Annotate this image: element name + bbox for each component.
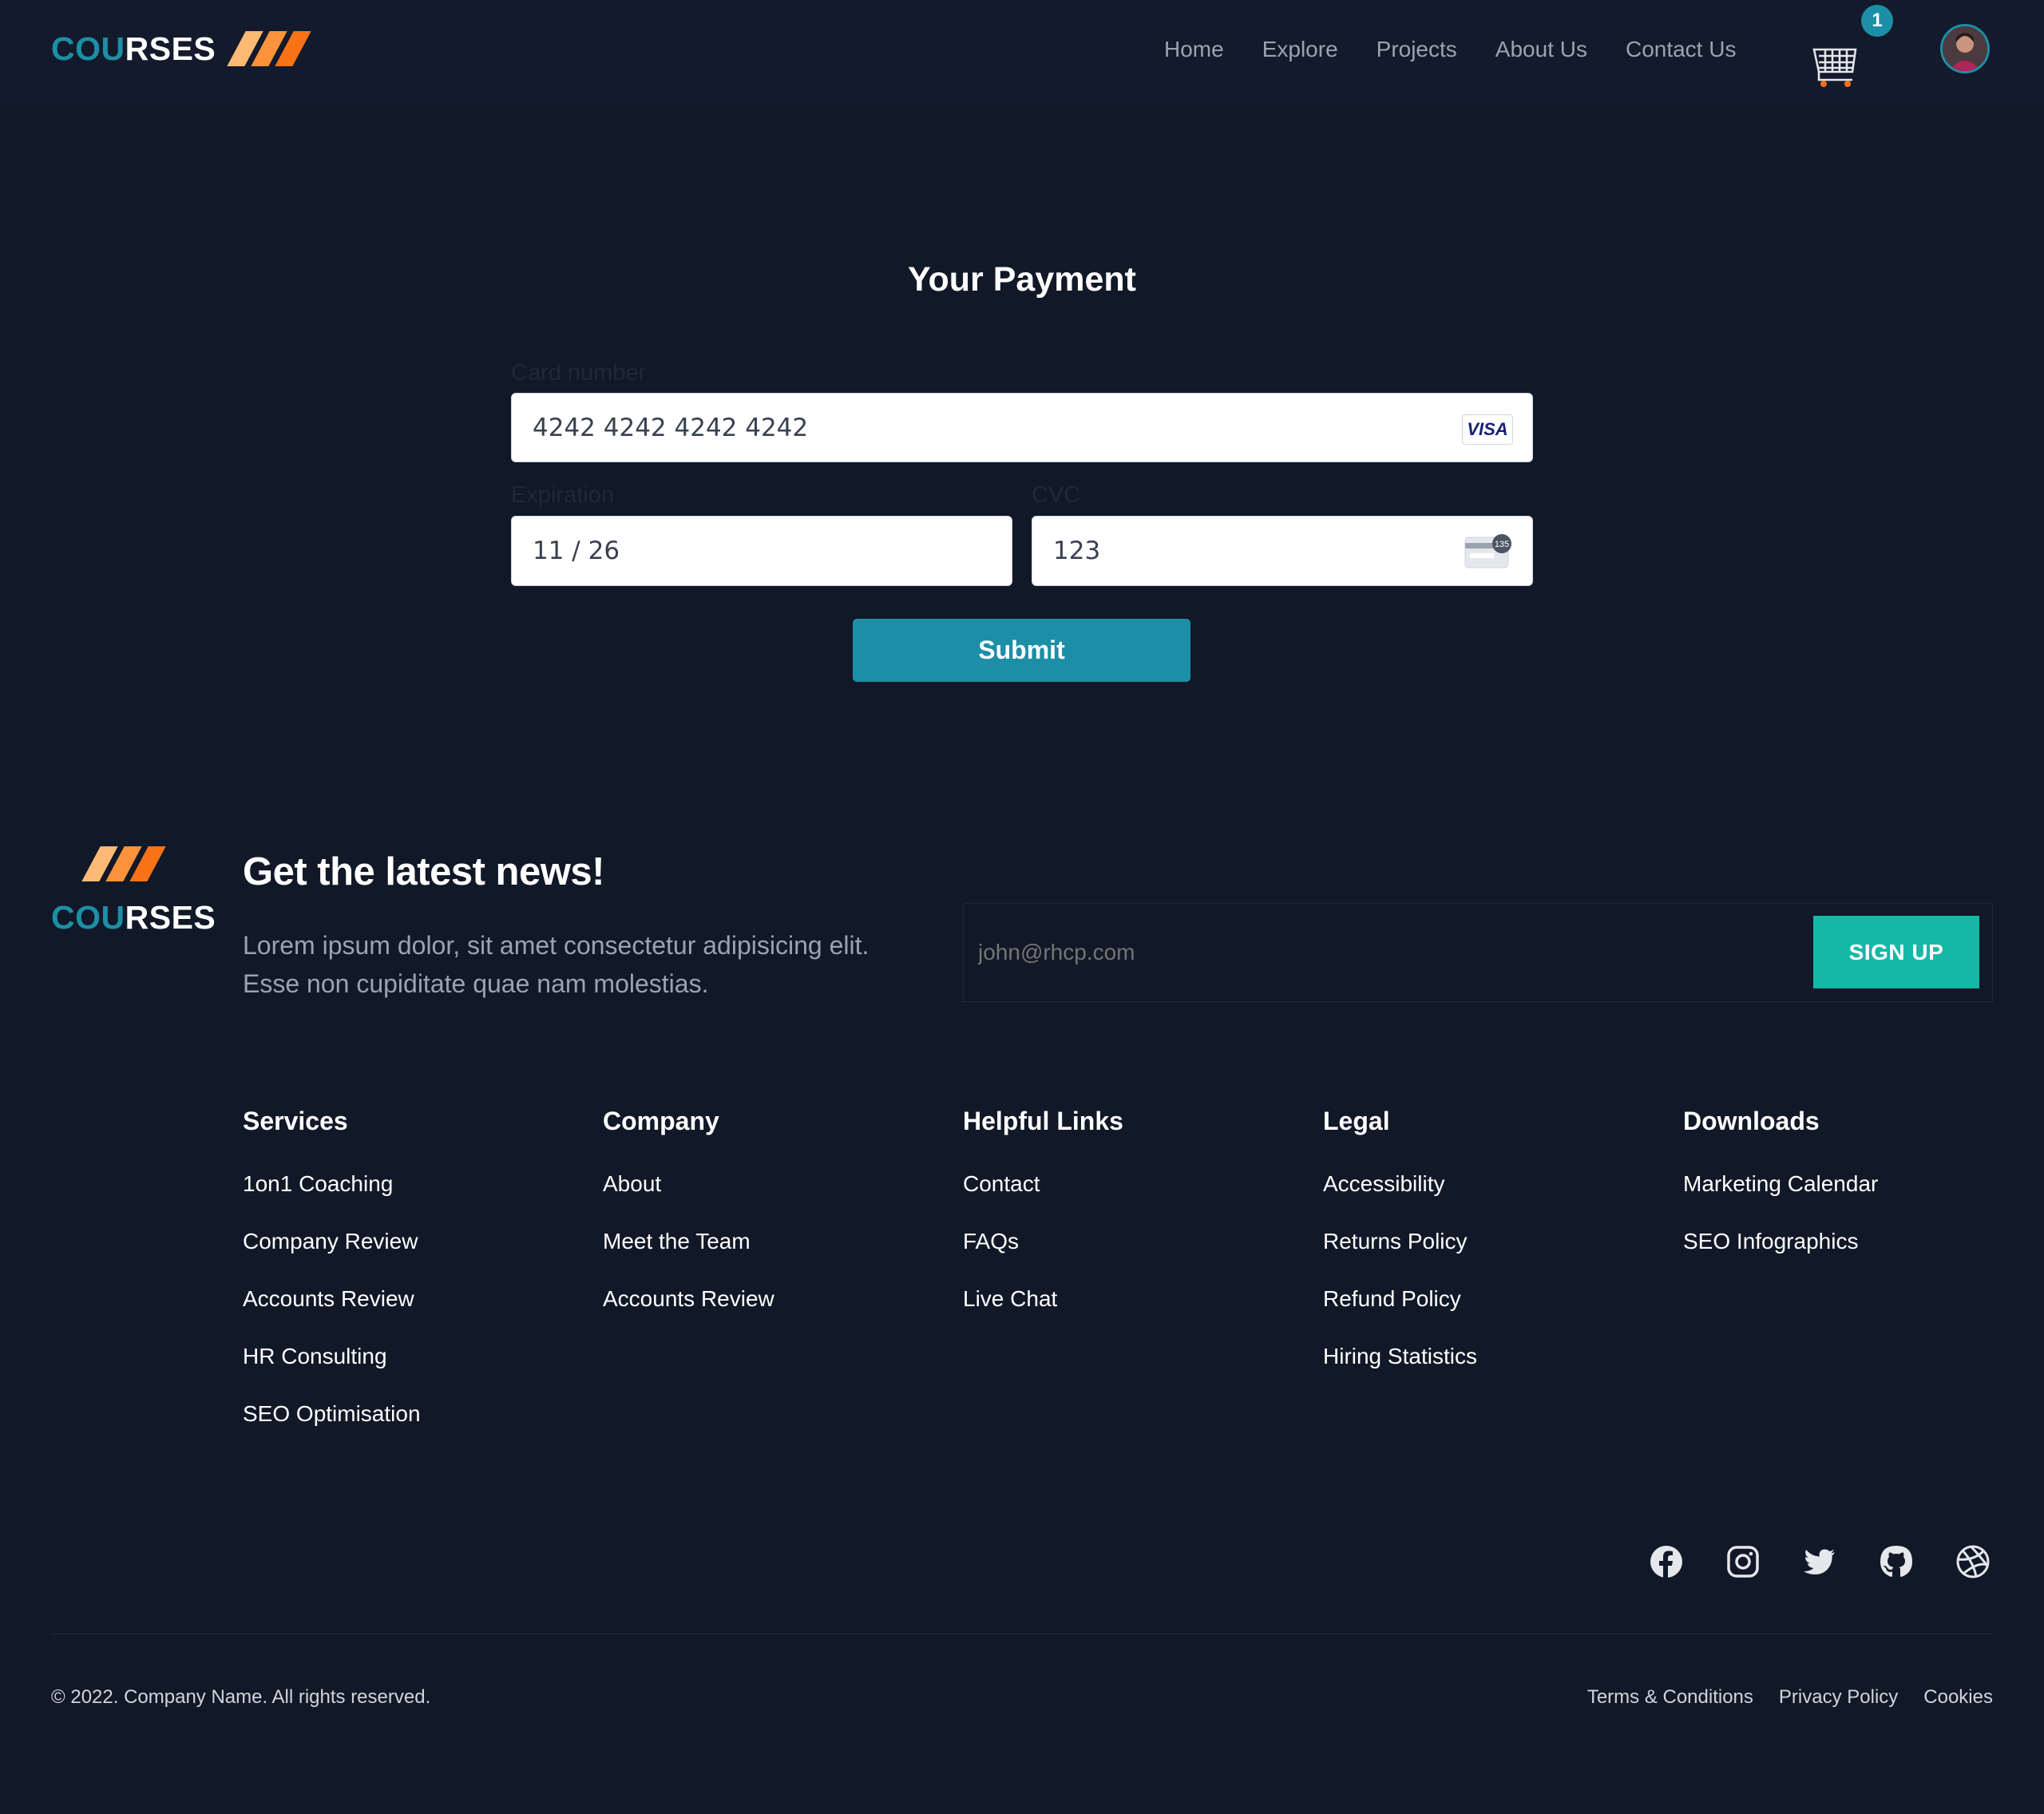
user-avatar[interactable] (1940, 24, 1990, 73)
footer-link[interactable]: Refund Policy (1323, 1286, 1477, 1344)
privacy-policy-link[interactable]: Privacy Policy (1779, 1686, 1898, 1709)
nav-projects[interactable]: Projects (1377, 37, 1457, 62)
cart-icon[interactable] (1811, 40, 1859, 89)
footer-link[interactable]: Hiring Statistics (1323, 1344, 1477, 1401)
expiration-input[interactable]: 11 / 26 (511, 516, 1012, 586)
column-title: Downloads (1683, 1107, 1820, 1135)
footer-column-downloads: Downloads Marketing Calendar SEO Infogra… (1683, 1107, 1878, 1286)
footer-link[interactable]: Meet the Team (603, 1229, 774, 1286)
footer-column-services: Services 1on1 Coaching Company Review Ac… (243, 1107, 421, 1459)
cvc-label: CVC (1032, 482, 1081, 508)
expiration-value: 11 / 26 (533, 537, 620, 565)
footer-link[interactable]: Live Chat (963, 1286, 1123, 1344)
terms-link[interactable]: Terms & Conditions (1587, 1686, 1753, 1709)
avatar-image (1943, 26, 1987, 71)
column-title: Helpful Links (963, 1107, 1123, 1135)
footer-link[interactable]: 1on1 Coaching (243, 1171, 421, 1229)
instagram-icon[interactable] (1725, 1544, 1761, 1579)
newsletter-form: SIGN UP (963, 903, 1993, 1002)
card-number-label: Card number (511, 360, 647, 386)
sign-up-button[interactable]: SIGN UP (1813, 916, 1979, 988)
footer-link[interactable]: HR Consulting (243, 1344, 421, 1401)
facebook-icon[interactable] (1649, 1544, 1684, 1579)
footer-logo-text: COURSES (51, 899, 216, 936)
newsletter-text: Lorem ipsum dolor, sit amet consectetur … (243, 931, 869, 998)
copyright-text: © 2022. Company Name. All rights reserve… (51, 1686, 431, 1708)
site-header: COURSES Home Explore Projects About Us C… (0, 0, 2044, 104)
card-number-input[interactable]: 4242 4242 4242 4242 VISA (511, 393, 1533, 462)
footer-link[interactable]: Accounts Review (243, 1286, 421, 1344)
footer-link[interactable]: Accounts Review (603, 1286, 774, 1344)
github-icon[interactable] (1879, 1544, 1914, 1579)
expiration-label: Expiration (511, 482, 614, 508)
dribbble-icon[interactable] (1955, 1544, 1991, 1579)
footer-link[interactable]: SEO Optimisation (243, 1401, 421, 1459)
footer-link[interactable]: Contact (963, 1171, 1123, 1229)
nav-explore[interactable]: Explore (1262, 37, 1338, 62)
footer-link[interactable]: About (603, 1171, 774, 1229)
column-title: Company (603, 1107, 719, 1135)
logo[interactable]: COURSES (51, 30, 311, 68)
footer-link[interactable]: Marketing Calendar (1683, 1171, 1878, 1229)
cvc-card-icon: 135 (1464, 534, 1511, 568)
footer-column-company: Company About Meet the Team Accounts Rev… (603, 1107, 774, 1344)
footer-link[interactable]: Returns Policy (1323, 1229, 1477, 1286)
cookies-link[interactable]: Cookies (1923, 1686, 1993, 1709)
footer-link[interactable]: FAQs (963, 1229, 1123, 1286)
nav-home[interactable]: Home (1164, 37, 1224, 62)
payment-title: Your Payment (908, 260, 1136, 299)
cvc-value: 123 (1053, 537, 1101, 565)
cart-count-badge: 1 (1861, 5, 1893, 37)
footer-logo-stripes-icon (81, 846, 166, 883)
nav-about-us[interactable]: About Us (1495, 37, 1587, 62)
cvc-input[interactable]: 123 135 (1032, 516, 1533, 586)
logo-text: COURSES (51, 30, 216, 67)
cvc-icon-text: 135 (1495, 540, 1509, 549)
footer-column-helpful-links: Helpful Links Contact FAQs Live Chat (963, 1107, 1123, 1344)
footer-link[interactable]: Accessibility (1323, 1171, 1477, 1229)
newsletter-title: Get the latest news! (243, 850, 604, 893)
column-title: Services (243, 1107, 348, 1135)
twitter-icon[interactable] (1802, 1544, 1837, 1579)
submit-button[interactable]: Submit (853, 619, 1190, 682)
column-title: Legal (1323, 1107, 1390, 1135)
legal-links: Terms & Conditions Privacy Policy Cookie… (1562, 1686, 1993, 1709)
card-number-value: 4242 4242 4242 4242 (533, 413, 809, 442)
footer-link[interactable]: SEO Infographics (1683, 1229, 1878, 1286)
footer-column-legal: Legal Accessibility Returns Policy Refun… (1323, 1107, 1477, 1401)
nav-contact-us[interactable]: Contact Us (1626, 37, 1737, 62)
visa-icon: VISA (1462, 414, 1513, 445)
footer-link[interactable]: Company Review (243, 1229, 421, 1286)
newsletter-email-input[interactable] (976, 928, 1698, 977)
main-nav: Home Explore Projects About Us Contact U… (1164, 37, 1774, 62)
logo-stripes-icon (227, 30, 311, 68)
